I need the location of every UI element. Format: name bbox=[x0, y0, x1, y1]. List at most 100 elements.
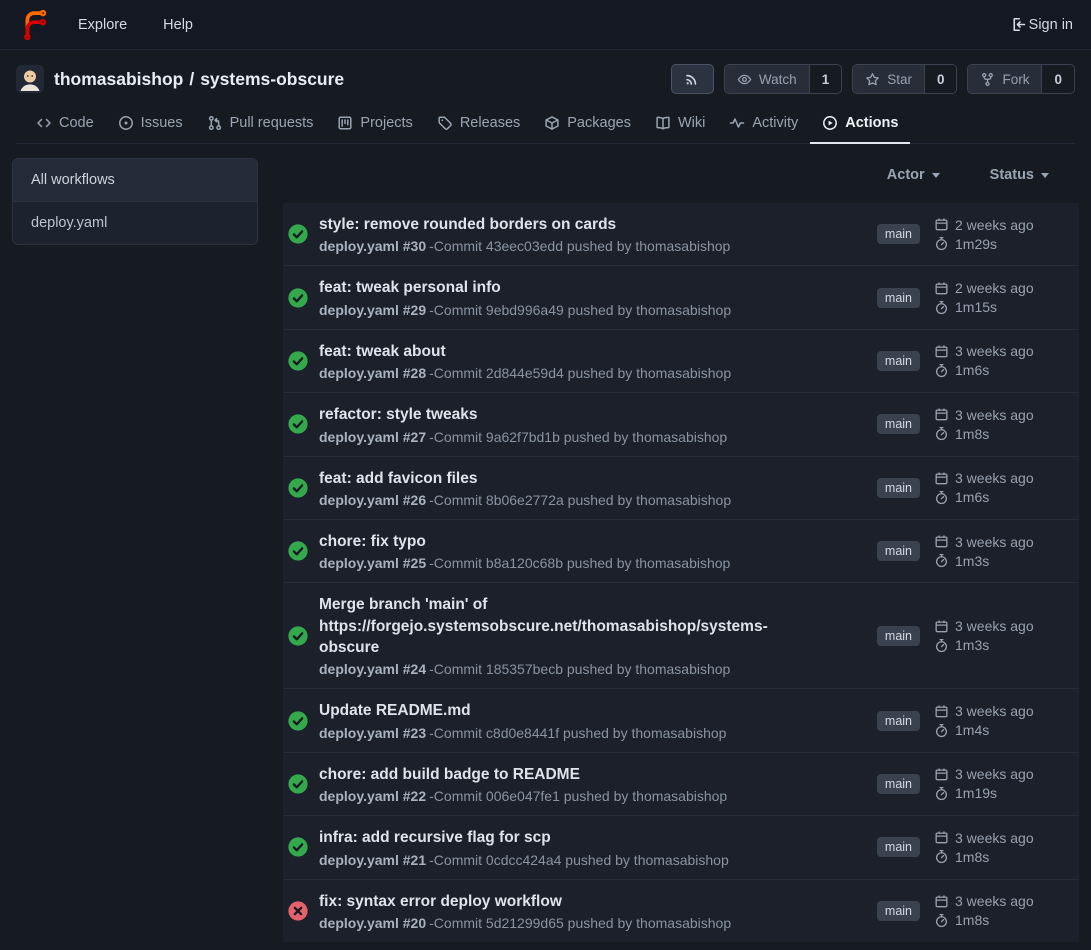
run-status-icon bbox=[287, 710, 309, 732]
branch-badge[interactable]: main bbox=[877, 478, 920, 498]
tab-activity[interactable]: Activity bbox=[717, 104, 810, 144]
run-commit-info: -Commit 185357becb pushed by thomasabish… bbox=[429, 661, 730, 677]
stopwatch-icon bbox=[934, 723, 949, 738]
run-title: infra: add recursive flag for scp bbox=[319, 827, 729, 848]
run-time: 3 weeks ago bbox=[955, 343, 1034, 359]
star-button[interactable]: Star 0 bbox=[852, 64, 957, 94]
run-workflow-ref: deploy.yaml #28 bbox=[319, 365, 426, 381]
avatar[interactable] bbox=[16, 65, 44, 93]
run-duration: 1m4s bbox=[955, 722, 989, 738]
workflow-run-row[interactable]: feat: add favicon files deploy.yaml #26-… bbox=[283, 456, 1079, 519]
tab-pull-requests[interactable]: Pull requests bbox=[195, 104, 326, 144]
run-duration: 1m6s bbox=[955, 362, 989, 378]
run-workflow-ref: deploy.yaml #22 bbox=[319, 788, 426, 804]
branch-badge[interactable]: main bbox=[877, 774, 920, 794]
workflow-run-row[interactable]: refactor: style tweaks deploy.yaml #27-C… bbox=[283, 392, 1079, 455]
watch-button[interactable]: Watch 1 bbox=[724, 64, 842, 94]
workflow-run-row[interactable]: feat: tweak about deploy.yaml #28-Commit… bbox=[283, 329, 1079, 392]
project-icon bbox=[337, 115, 353, 131]
repo-title: thomasabishop / systems-obscure bbox=[54, 69, 344, 90]
forgejo-logo-icon[interactable] bbox=[18, 8, 52, 42]
run-subtitle: deploy.yaml #27-Commit 9a62f7bd1b pushed… bbox=[319, 429, 727, 445]
branch-badge[interactable]: main bbox=[877, 224, 920, 244]
success-check-icon bbox=[287, 350, 309, 372]
run-workflow-ref: deploy.yaml #21 bbox=[319, 852, 426, 868]
run-workflow-ref: deploy.yaml #29 bbox=[319, 302, 426, 318]
watch-count[interactable]: 1 bbox=[809, 65, 842, 93]
nav-link-explore[interactable]: Explore bbox=[78, 17, 127, 33]
run-time: 3 weeks ago bbox=[955, 766, 1034, 782]
star-icon bbox=[865, 72, 880, 87]
workflow-run-row[interactable]: Merge branch 'main' of https://forgejo.s… bbox=[283, 582, 1079, 688]
calendar-icon bbox=[934, 894, 949, 909]
branch-badge[interactable]: main bbox=[877, 626, 920, 646]
sidebar-item-all-workflows[interactable]: All workflows bbox=[13, 159, 257, 202]
branch-badge[interactable]: main bbox=[877, 288, 920, 308]
branch-badge[interactable]: main bbox=[877, 901, 920, 921]
issue-icon bbox=[118, 115, 134, 131]
run-subtitle: deploy.yaml #24-Commit 185357becb pushed… bbox=[319, 661, 799, 677]
tab-packages[interactable]: Packages bbox=[532, 104, 643, 144]
calendar-icon bbox=[934, 407, 949, 422]
branch-badge[interactable]: main bbox=[877, 541, 920, 561]
nav-link-help[interactable]: Help bbox=[163, 17, 193, 33]
workflow-run-row[interactable]: feat: tweak personal info deploy.yaml #2… bbox=[283, 265, 1079, 328]
run-workflow-ref: deploy.yaml #27 bbox=[319, 429, 426, 445]
repo-name-link[interactable]: systems-obscure bbox=[200, 69, 344, 90]
success-check-icon bbox=[287, 540, 309, 562]
rss-button[interactable] bbox=[671, 64, 714, 94]
fork-count[interactable]: 0 bbox=[1041, 65, 1074, 93]
stopwatch-icon bbox=[934, 426, 949, 441]
run-filters: Actor Status bbox=[283, 158, 1079, 203]
workflow-run-row[interactable]: style: remove rounded borders on cards d… bbox=[283, 203, 1079, 265]
stopwatch-icon bbox=[934, 236, 949, 251]
sign-in-button[interactable]: Sign in bbox=[1010, 16, 1073, 33]
branch-badge[interactable]: main bbox=[877, 837, 920, 857]
run-duration: 1m6s bbox=[955, 489, 989, 505]
run-status-icon bbox=[287, 413, 309, 435]
workflow-run-row[interactable]: chore: fix typo deploy.yaml #25-Commit b… bbox=[283, 519, 1079, 582]
status-filter-dropdown[interactable]: Status bbox=[990, 167, 1049, 183]
tab-actions[interactable]: Actions bbox=[810, 104, 910, 144]
tab-wiki[interactable]: Wiki bbox=[643, 104, 717, 144]
run-workflow-ref: deploy.yaml #30 bbox=[319, 238, 426, 254]
success-check-icon bbox=[287, 773, 309, 795]
run-time: 3 weeks ago bbox=[955, 703, 1034, 719]
success-check-icon bbox=[287, 625, 309, 647]
fork-icon bbox=[980, 72, 995, 87]
run-commit-info: -Commit 2d844e59d4 pushed by thomasabish… bbox=[429, 365, 731, 381]
pulse-icon bbox=[729, 115, 745, 131]
tab-releases[interactable]: Releases bbox=[425, 104, 532, 144]
tab-projects[interactable]: Projects bbox=[325, 104, 424, 144]
run-status-icon bbox=[287, 223, 309, 245]
success-check-icon bbox=[287, 477, 309, 499]
run-commit-info: -Commit 8b06e2772a pushed by thomasabish… bbox=[429, 492, 731, 508]
tab-issues[interactable]: Issues bbox=[106, 104, 195, 144]
sign-in-icon bbox=[1010, 16, 1027, 33]
sidebar-item-deploy-yaml[interactable]: deploy.yaml bbox=[13, 202, 257, 244]
branch-badge[interactable]: main bbox=[877, 351, 920, 371]
workflow-run-row[interactable]: chore: add build badge to README deploy.… bbox=[283, 752, 1079, 815]
branch-badge[interactable]: main bbox=[877, 711, 920, 731]
actor-filter-dropdown[interactable]: Actor bbox=[887, 167, 940, 183]
calendar-icon bbox=[934, 281, 949, 296]
run-commit-info: -Commit 0cdcc424a4 pushed by thomasabish… bbox=[429, 852, 729, 868]
workflow-run-row[interactable]: Update README.md deploy.yaml #23-Commit … bbox=[283, 688, 1079, 751]
calendar-icon bbox=[934, 704, 949, 719]
tab-code[interactable]: Code bbox=[24, 104, 106, 144]
run-subtitle: deploy.yaml #29-Commit 9ebd996a49 pushed… bbox=[319, 302, 731, 318]
fork-button[interactable]: Fork 0 bbox=[967, 64, 1075, 94]
workflow-run-row[interactable]: infra: add recursive flag for scp deploy… bbox=[283, 815, 1079, 878]
calendar-icon bbox=[934, 344, 949, 359]
run-subtitle: deploy.yaml #21-Commit 0cdcc424a4 pushed… bbox=[319, 852, 729, 868]
success-check-icon bbox=[287, 413, 309, 435]
branch-badge[interactable]: main bbox=[877, 414, 920, 434]
star-count[interactable]: 0 bbox=[924, 65, 957, 93]
calendar-icon bbox=[934, 830, 949, 845]
run-duration: 1m3s bbox=[955, 637, 989, 653]
repo-owner-link[interactable]: thomasabishop bbox=[54, 69, 183, 90]
workflow-run-row[interactable]: fix: syntax error deploy workflow deploy… bbox=[283, 879, 1079, 942]
calendar-icon bbox=[934, 767, 949, 782]
success-check-icon bbox=[287, 836, 309, 858]
run-title: style: remove rounded borders on cards bbox=[319, 214, 730, 235]
